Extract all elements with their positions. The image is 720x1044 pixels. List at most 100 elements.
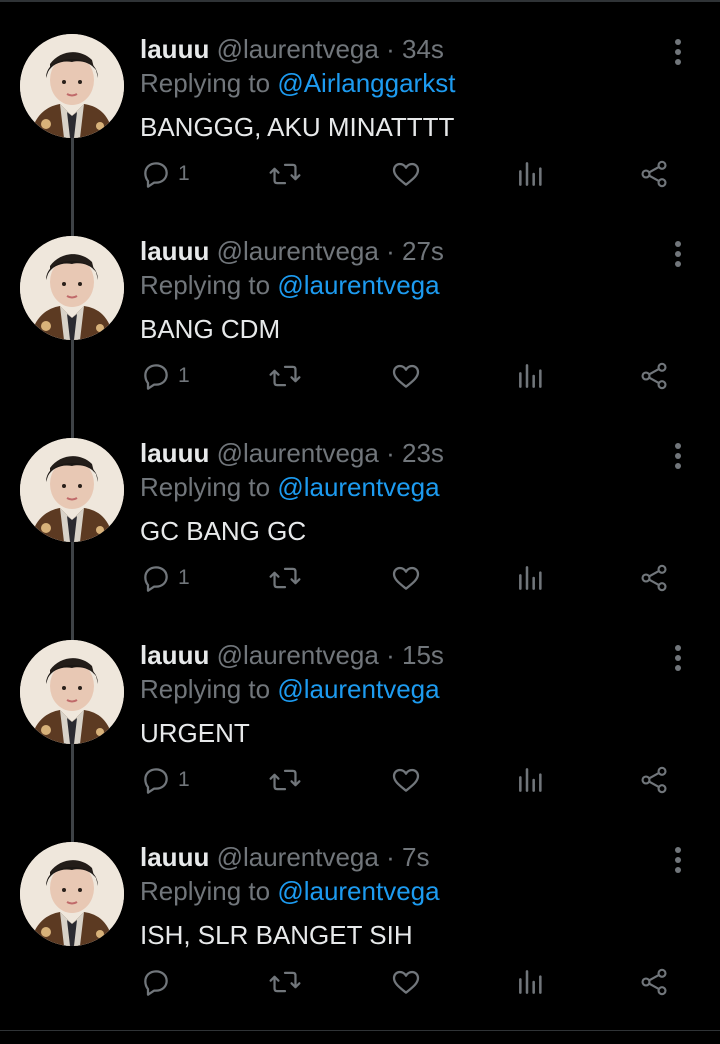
tweet[interactable]: lauuu @laurentvega · 27s Replying to @la…	[0, 236, 720, 438]
share-button[interactable]	[638, 560, 670, 596]
analytics-button[interactable]	[516, 156, 546, 192]
heart-icon	[390, 562, 422, 594]
analytics-icon	[516, 158, 546, 190]
reply-icon	[140, 764, 172, 796]
tweet-header: lauuu @laurentvega · 15s	[140, 640, 444, 676]
tweet-actions: 1	[140, 762, 680, 798]
avatar[interactable]	[20, 640, 124, 744]
avatar-image	[20, 438, 124, 542]
tweet-header: lauuu @laurentvega · 34s	[140, 34, 444, 70]
more-vertical-icon	[675, 847, 681, 873]
tweet-header: lauuu @laurentvega · 7s	[140, 842, 429, 878]
replying-to-label: Replying to	[140, 876, 271, 906]
reply-icon	[140, 158, 172, 190]
like-button[interactable]	[390, 156, 422, 192]
replying-to-label: Replying to	[140, 674, 271, 704]
heart-icon	[390, 158, 422, 190]
analytics-icon	[516, 764, 546, 796]
analytics-button[interactable]	[516, 762, 546, 798]
retweet-button[interactable]	[268, 964, 302, 1000]
replying-to-mention[interactable]: @laurentvega	[277, 674, 439, 704]
share-button[interactable]	[638, 964, 670, 1000]
heart-icon	[390, 360, 422, 392]
retweet-button[interactable]	[268, 560, 302, 596]
separator-dot: ·	[386, 842, 395, 872]
analytics-button[interactable]	[516, 560, 546, 596]
user-handle[interactable]: @laurentvega	[217, 34, 379, 64]
retweet-button[interactable]	[268, 156, 302, 192]
user-handle[interactable]: @laurentvega	[217, 438, 379, 468]
reply-count: 1	[178, 768, 190, 791]
display-name[interactable]: lauuu	[140, 34, 209, 64]
thread-connector-line	[71, 744, 74, 842]
like-button[interactable]	[390, 964, 422, 1000]
reply-icon	[140, 966, 172, 998]
share-icon	[638, 158, 670, 190]
tweet[interactable]: lauuu @laurentvega · 34s Replying to @Ai…	[0, 34, 720, 236]
more-options-button[interactable]	[664, 640, 692, 676]
timestamp[interactable]: 15s	[402, 640, 444, 670]
retweet-button[interactable]	[268, 358, 302, 394]
user-handle[interactable]: @laurentvega	[217, 842, 379, 872]
avatar-image	[20, 34, 124, 138]
replying-to-mention[interactable]: @laurentvega	[277, 876, 439, 906]
share-icon	[638, 966, 670, 998]
timestamp[interactable]: 27s	[402, 236, 444, 266]
share-button[interactable]	[638, 358, 670, 394]
share-icon	[638, 562, 670, 594]
separator-dot: ·	[386, 640, 395, 670]
replying-to-mention[interactable]: @laurentvega	[277, 472, 439, 502]
replying-to: Replying to @laurentvega	[140, 270, 440, 301]
reply-button[interactable]: 1	[140, 358, 190, 394]
replying-to-label: Replying to	[140, 270, 271, 300]
more-vertical-icon	[675, 443, 681, 469]
reply-button[interactable]: 1	[140, 560, 190, 596]
tweet[interactable]: lauuu @laurentvega · 23s Replying to @la…	[0, 438, 720, 640]
display-name[interactable]: lauuu	[140, 236, 209, 266]
avatar[interactable]	[20, 438, 124, 542]
tweet-actions: 1	[140, 358, 680, 394]
avatar[interactable]	[20, 34, 124, 138]
timestamp[interactable]: 7s	[402, 842, 429, 872]
more-options-button[interactable]	[664, 438, 692, 474]
replying-to-mention[interactable]: @laurentvega	[277, 270, 439, 300]
more-options-button[interactable]	[664, 842, 692, 878]
retweet-icon	[268, 158, 302, 190]
like-button[interactable]	[390, 762, 422, 798]
retweet-button[interactable]	[268, 762, 302, 798]
replying-to: Replying to @laurentvega	[140, 472, 440, 503]
share-button[interactable]	[638, 156, 670, 192]
display-name[interactable]: lauuu	[140, 842, 209, 872]
avatar[interactable]	[20, 236, 124, 340]
analytics-button[interactable]	[516, 358, 546, 394]
user-handle[interactable]: @laurentvega	[217, 236, 379, 266]
tweet-text: BANGGG, AKU MINATTTT	[140, 112, 455, 142]
reply-button[interactable]: 1	[140, 156, 190, 192]
avatar-image	[20, 842, 124, 946]
tweet-header: lauuu @laurentvega · 23s	[140, 438, 444, 474]
tweet[interactable]: lauuu @laurentvega · 15s Replying to @la…	[0, 640, 720, 842]
more-vertical-icon	[675, 39, 681, 65]
more-options-button[interactable]	[664, 236, 692, 272]
user-handle[interactable]: @laurentvega	[217, 640, 379, 670]
replying-to: Replying to @laurentvega	[140, 674, 440, 705]
display-name[interactable]: lauuu	[140, 640, 209, 670]
share-button[interactable]	[638, 762, 670, 798]
replying-to-mention[interactable]: @Airlanggarkst	[277, 68, 455, 98]
tweet-actions: 1	[140, 156, 680, 192]
analytics-icon	[516, 360, 546, 392]
display-name[interactable]: lauuu	[140, 438, 209, 468]
like-button[interactable]	[390, 560, 422, 596]
more-options-button[interactable]	[664, 34, 692, 70]
like-button[interactable]	[390, 358, 422, 394]
reply-button[interactable]: 1	[140, 762, 190, 798]
retweet-icon	[268, 966, 302, 998]
analytics-icon	[516, 562, 546, 594]
avatar[interactable]	[20, 842, 124, 946]
reply-button[interactable]	[140, 964, 178, 1000]
analytics-button[interactable]	[516, 964, 546, 1000]
share-icon	[638, 360, 670, 392]
tweet[interactable]: lauuu @laurentvega · 7s Replying to @lau…	[0, 842, 720, 1044]
timestamp[interactable]: 23s	[402, 438, 444, 468]
timestamp[interactable]: 34s	[402, 34, 444, 64]
